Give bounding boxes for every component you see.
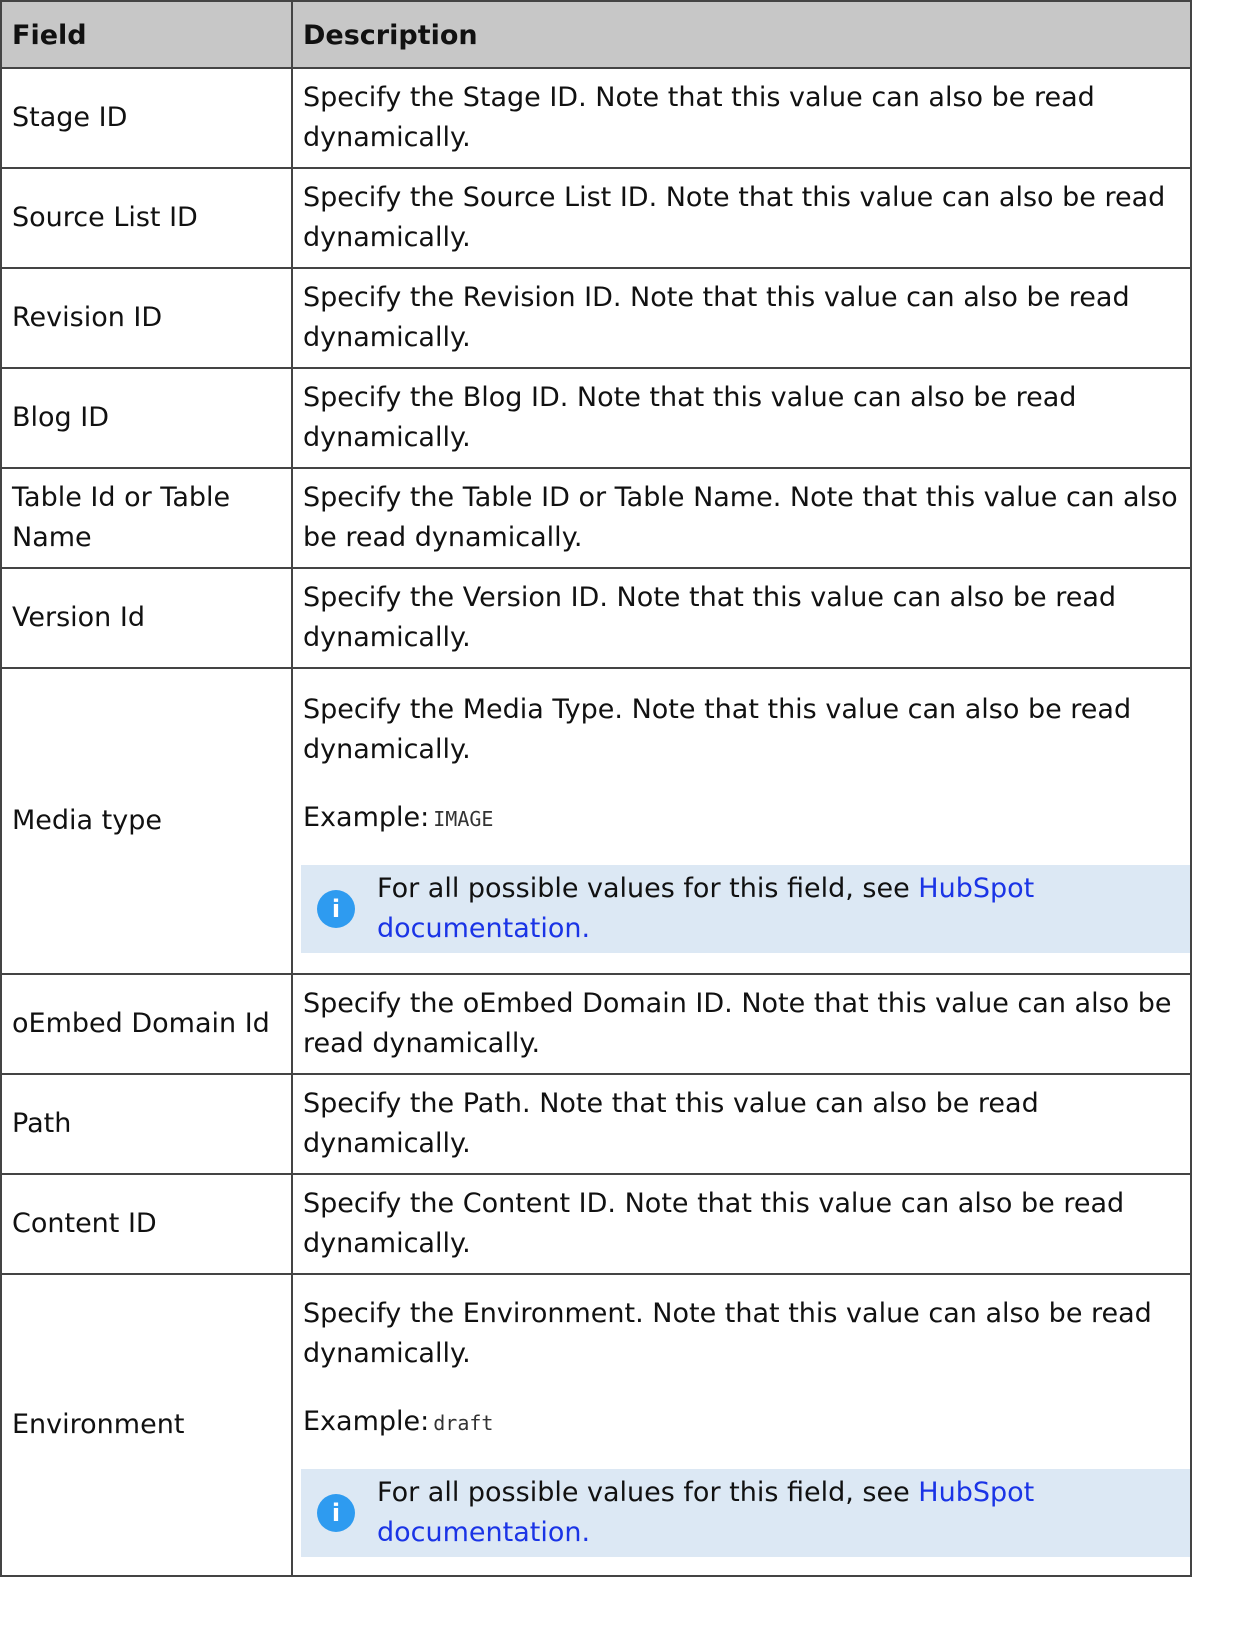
- field-description: Specify the Table ID or Table Name. Note…: [291, 467, 1192, 569]
- field-name: Path: [0, 1073, 293, 1175]
- field-description: Specify the Path. Note that this value c…: [291, 1073, 1192, 1175]
- field-name: Stage ID: [0, 67, 293, 169]
- field-description: Specify the Environment. Note that this …: [303, 1297, 1152, 1369]
- field-description: Specify the Version ID. Note that this v…: [291, 567, 1192, 669]
- field-name: Content ID: [0, 1173, 293, 1275]
- field-name: Media type: [0, 667, 293, 975]
- fields-table: Field Description Stage ID Specify the S…: [0, 0, 1192, 1577]
- example-value: draft: [433, 1410, 494, 1435]
- field-name: Environment: [0, 1273, 293, 1577]
- table-row: Environment Specify the Environment. Not…: [0, 1273, 1192, 1577]
- info-note: i For all possible values for this field…: [301, 864, 1190, 953]
- table-header-row: Field Description: [0, 0, 1192, 69]
- field-description-cell: Specify the Environment. Note that this …: [291, 1273, 1192, 1577]
- field-name: Source List ID: [0, 167, 293, 269]
- info-note-text: For all possible values for this field, …: [377, 1473, 1178, 1553]
- field-description: Specify the Source List ID. Note that th…: [291, 167, 1192, 269]
- field-description: Specify the oEmbed Domain ID. Note that …: [291, 973, 1192, 1075]
- example-label: Example:: [303, 801, 430, 833]
- table-row: Source List ID Specify the Source List I…: [0, 167, 1192, 269]
- info-note: i For all possible values for this field…: [301, 1468, 1190, 1557]
- table-row: Media type Specify the Media Type. Note …: [0, 667, 1192, 975]
- table-row: Table Id or Table Name Specify the Table…: [0, 467, 1192, 569]
- field-description: Specify the Media Type. Note that this v…: [303, 693, 1132, 765]
- table-row: oEmbed Domain Id Specify the oEmbed Doma…: [0, 973, 1192, 1075]
- example-label: Example:: [303, 1405, 430, 1437]
- table-row: Blog ID Specify the Blog ID. Note that t…: [0, 367, 1192, 469]
- field-name: Blog ID: [0, 367, 293, 469]
- info-icon: i: [317, 889, 355, 928]
- table-row: Content ID Specify the Content ID. Note …: [0, 1173, 1192, 1275]
- field-description: Specify the Content ID. Note that this v…: [291, 1173, 1192, 1275]
- field-description: Specify the Blog ID. Note that this valu…: [291, 367, 1192, 469]
- field-name: oEmbed Domain Id: [0, 973, 293, 1075]
- column-header-description: Description: [291, 0, 1192, 69]
- info-icon: i: [317, 1493, 355, 1532]
- field-description-cell: Specify the Media Type. Note that this v…: [291, 667, 1192, 975]
- field-name: Table Id or Table Name: [0, 467, 293, 569]
- example-value: IMAGE: [433, 806, 494, 831]
- table-row: Stage ID Specify the Stage ID. Note that…: [0, 67, 1192, 169]
- table-row: Path Specify the Path. Note that this va…: [0, 1073, 1192, 1175]
- example-line: Example: draft: [303, 1402, 1180, 1443]
- info-note-text: For all possible values for this field, …: [377, 869, 1178, 949]
- field-name: Revision ID: [0, 267, 293, 369]
- info-note-message: For all possible values for this field, …: [377, 872, 919, 904]
- field-description: Specify the Revision ID. Note that this …: [291, 267, 1192, 369]
- field-name: Version Id: [0, 567, 293, 669]
- table-row: Version Id Specify the Version ID. Note …: [0, 567, 1192, 669]
- column-header-field: Field: [0, 0, 293, 69]
- table-row: Revision ID Specify the Revision ID. Not…: [0, 267, 1192, 369]
- field-description: Specify the Stage ID. Note that this val…: [291, 67, 1192, 169]
- info-note-message: For all possible values for this field, …: [377, 1476, 919, 1508]
- example-line: Example: IMAGE: [303, 798, 1180, 839]
